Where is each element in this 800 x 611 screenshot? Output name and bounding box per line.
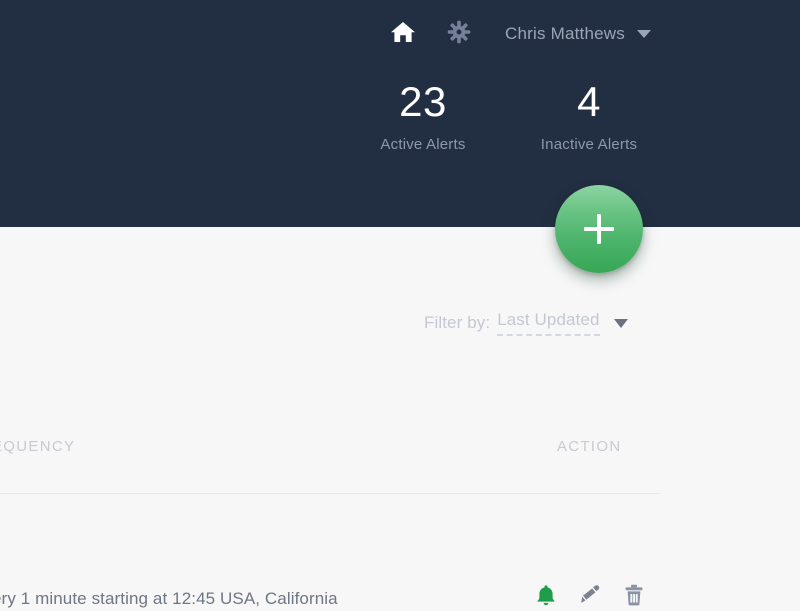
app-root: Chris Matthews 23 Active Alerts 4 Inacti… — [0, 0, 800, 608]
gear-icon — [447, 20, 471, 49]
table-header-row: EQUENCY ACTION — [0, 430, 800, 494]
bell-icon — [536, 584, 556, 611]
active-alerts-count: 23 — [399, 78, 447, 125]
column-header-action: ACTION — [557, 438, 622, 455]
trash-icon — [624, 584, 644, 611]
edit-button[interactable] — [579, 584, 601, 611]
app-header: Chris Matthews 23 Active Alerts 4 Inacti… — [0, 0, 800, 227]
inactive-alerts-label: Inactive Alerts — [540, 136, 638, 153]
user-menu[interactable]: Chris Matthews — [505, 24, 651, 44]
top-navigation-bar: Chris Matthews — [0, 13, 800, 55]
bell-button[interactable] — [535, 584, 557, 611]
cell-actions — [535, 584, 645, 611]
filter-value-dropdown[interactable]: Last Updated — [497, 310, 600, 336]
stat-inactive-alerts: 4 Inactive Alerts — [506, 78, 672, 153]
table-row: ery 1 minute starting at 12:45 USA, Cali… — [0, 493, 800, 608]
inactive-alerts-count: 4 — [577, 78, 601, 125]
add-alert-button[interactable] — [555, 185, 643, 273]
stat-active-alerts: 23 Active Alerts — [340, 78, 506, 153]
pencil-icon — [580, 584, 600, 611]
filter-label: Filter by: — [424, 313, 491, 332]
user-name-label: Chris Matthews — [505, 24, 625, 43]
plus-icon — [584, 214, 614, 244]
cell-frequency: ery 1 minute starting at 12:45 USA, Cali… — [0, 589, 338, 608]
home-icon — [390, 20, 416, 49]
alert-stats: 23 Active Alerts 4 Inactive Alerts — [0, 78, 800, 153]
chevron-down-icon[interactable] — [613, 318, 628, 328]
filter-bar: Filter by: Last Updated — [0, 310, 800, 336]
delete-button[interactable] — [623, 584, 645, 611]
alerts-table: EQUENCY ACTION ery 1 minute starting at … — [0, 430, 800, 608]
active-alerts-label: Active Alerts — [380, 136, 466, 153]
home-button[interactable] — [385, 18, 421, 50]
settings-button[interactable] — [441, 18, 477, 50]
chevron-down-icon — [636, 30, 651, 38]
column-header-frequency: EQUENCY — [0, 438, 76, 455]
